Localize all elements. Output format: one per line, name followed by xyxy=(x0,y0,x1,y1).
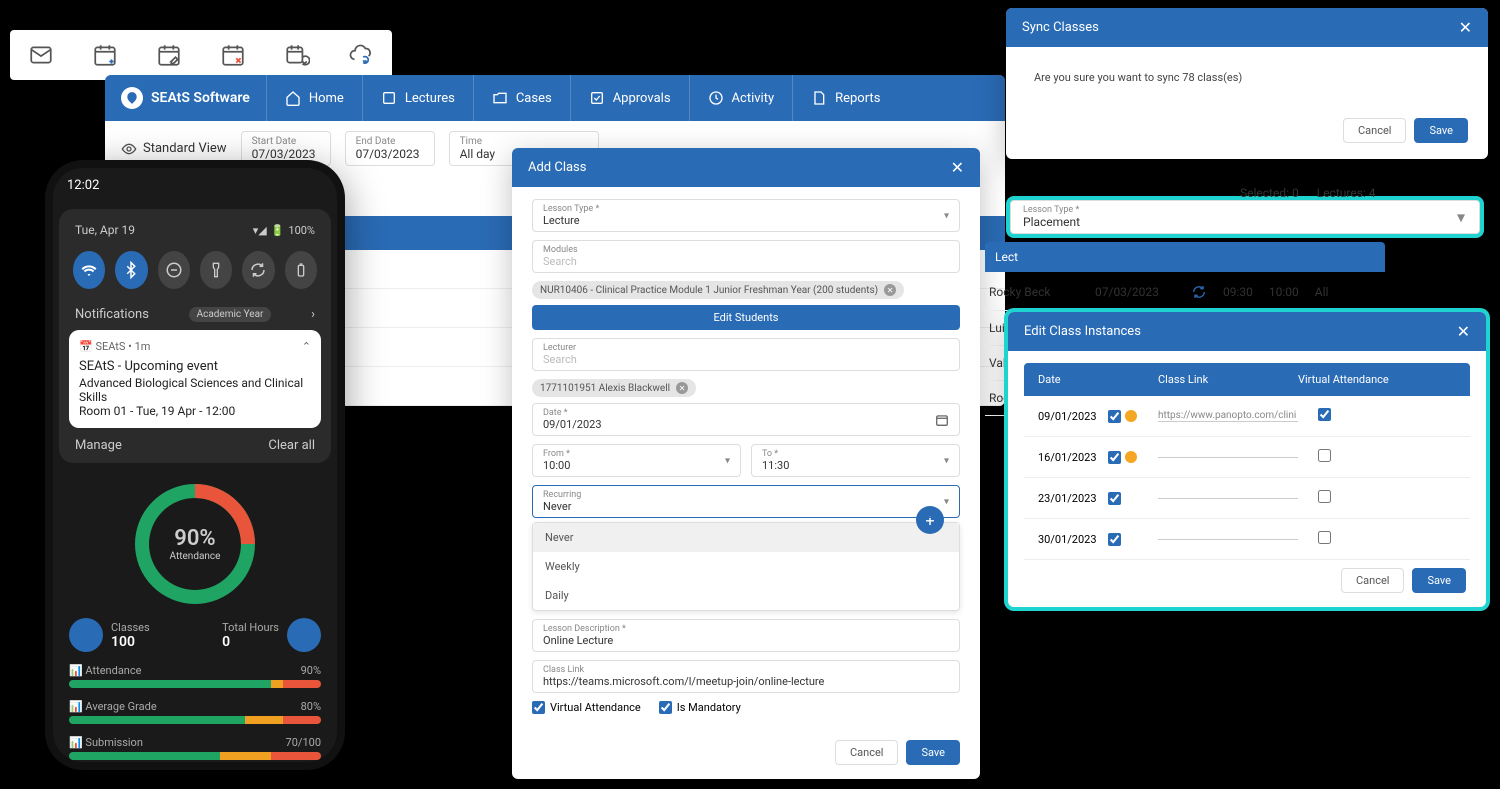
virtual-attendance-checkbox[interactable] xyxy=(1318,531,1331,544)
close-icon[interactable]: ✕ xyxy=(1457,322,1470,341)
warning-icon xyxy=(1125,451,1137,463)
close-icon[interactable]: ✕ xyxy=(951,158,964,177)
selection-summary: Selected: 0Lectures: 4 xyxy=(1240,186,1376,200)
nav-lectures[interactable]: Lectures xyxy=(362,75,473,121)
wifi-toggle[interactable] xyxy=(73,251,105,289)
calendar-sync-icon[interactable] xyxy=(284,42,310,68)
remove-chip-icon[interactable]: ✕ xyxy=(676,382,688,394)
lesson-type-floating-select[interactable]: Lesson Type * Placement xyxy=(1010,200,1480,234)
calendar-icon xyxy=(935,413,949,427)
instance-row: 16/01/2023 xyxy=(1024,437,1470,478)
lecturer-chip: 1771101951 Alexis Blackwell✕ xyxy=(532,379,696,397)
class-link-cell[interactable] xyxy=(1158,498,1298,499)
virtual-attendance-checkbox[interactable] xyxy=(1318,449,1331,462)
lesson-type-select[interactable]: Lesson Type *Lecture xyxy=(532,199,960,232)
recurring-dropdown: Never Weekly Daily xyxy=(532,522,960,611)
attendance-ring: 90%Attendance xyxy=(135,484,255,604)
from-time-select[interactable]: From *10:00 xyxy=(532,444,741,477)
bluetooth-toggle[interactable] xyxy=(115,251,147,289)
edit-class-instances-modal: Edit Class Instances ✕ DateClass LinkVirt… xyxy=(1008,312,1486,607)
to-time-select[interactable]: To *11:30 xyxy=(751,444,960,477)
save-button[interactable]: Save xyxy=(1414,118,1468,143)
flashlight-toggle[interactable] xyxy=(200,251,232,289)
nav-home[interactable]: Home xyxy=(266,75,362,121)
edit-students-button[interactable]: Edit Students xyxy=(532,305,960,330)
mandatory-checkbox[interactable]: Is Mandatory xyxy=(659,701,741,714)
modal-title: Edit Class Instances xyxy=(1024,324,1141,339)
date-checkbox[interactable] xyxy=(1108,451,1121,464)
calendar-add-icon[interactable] xyxy=(92,42,118,68)
modules-search[interactable]: ModulesSearch xyxy=(532,240,960,273)
save-button[interactable]: Save xyxy=(906,740,960,765)
dropdown-option[interactable]: Weekly xyxy=(533,552,959,581)
virtual-attendance-checkbox[interactable]: Virtual Attendance xyxy=(532,701,641,714)
chevron-up-icon[interactable]: ⌃ xyxy=(302,340,311,353)
instance-row: 30/01/2023 xyxy=(1024,519,1470,560)
brand-icon xyxy=(121,87,143,109)
dnd-toggle[interactable] xyxy=(158,251,190,289)
dropdown-option[interactable]: Daily xyxy=(533,581,959,610)
class-link-cell[interactable]: https://www.panopto.com/clini xyxy=(1158,410,1298,422)
sync-icon xyxy=(1191,284,1207,300)
virtual-attendance-checkbox[interactable] xyxy=(1318,490,1331,503)
description-field[interactable]: Lesson Description *Online Lecture xyxy=(532,619,960,652)
manage-button[interactable]: Manage xyxy=(75,438,122,453)
instance-row: 09/01/2023https://www.panopto.com/clini xyxy=(1024,396,1470,437)
date-field[interactable]: Date *09/01/2023 xyxy=(532,403,960,436)
instance-row: 23/01/2023 xyxy=(1024,478,1470,519)
nav-activity[interactable]: Activity xyxy=(689,75,793,121)
sync-classes-modal: Sync Classes ✕ Are you sure you want to s… xyxy=(1006,8,1488,159)
class-link-cell[interactable] xyxy=(1158,539,1298,540)
class-link-field[interactable]: Class Linkhttps://teams.microsoft.com/l/… xyxy=(532,660,960,693)
warning-icon xyxy=(1125,410,1137,422)
virtual-attendance-checkbox[interactable] xyxy=(1318,408,1331,421)
brand: SEAtS Software xyxy=(105,87,266,109)
phone-time: 12:02 xyxy=(53,168,337,203)
quick-settings xyxy=(69,241,321,299)
calendar-delete-icon[interactable] xyxy=(220,42,246,68)
mail-icon[interactable] xyxy=(28,42,54,68)
module-chip: NUR10406 - Clinical Practice Module 1 Ju… xyxy=(532,281,904,299)
view-toggle[interactable]: Standard View xyxy=(121,141,227,157)
sync-message: Are you sure you want to sync 78 class(e… xyxy=(1006,47,1488,108)
date-checkbox[interactable] xyxy=(1108,492,1121,505)
date-checkbox[interactable] xyxy=(1108,533,1121,546)
brand-text: SEAtS Software xyxy=(151,90,250,106)
app-nav: SEAtS Software Home Lectures Cases Appro… xyxy=(105,75,1005,121)
toolbar-strip xyxy=(10,30,392,80)
calendar-edit-icon[interactable] xyxy=(156,42,182,68)
phone-mockup: 90%Attendance Classes100 Total Hours0 📊 … xyxy=(45,160,345,770)
nav-reports[interactable]: Reports xyxy=(792,75,898,121)
add-class-modal: Add Class ✕ Lesson Type *Lecture ModulesS… xyxy=(512,148,980,779)
date-checkbox[interactable] xyxy=(1108,410,1121,423)
class-link-cell[interactable] xyxy=(1158,457,1298,458)
recurring-select[interactable]: RecurringNever xyxy=(532,485,960,518)
cloud-sync-icon[interactable] xyxy=(348,42,374,68)
lecturer-search[interactable]: LecturerSearch xyxy=(532,338,960,371)
eci-table-header: DateClass LinkVirtual Attendance xyxy=(1024,363,1470,396)
modal-title: Add Class xyxy=(528,160,586,175)
battery-saver-toggle[interactable] xyxy=(285,251,317,289)
close-icon[interactable]: ✕ xyxy=(1459,18,1472,37)
cancel-button[interactable]: Cancel xyxy=(1341,568,1404,593)
rotate-toggle[interactable] xyxy=(242,251,274,289)
remove-chip-icon[interactable]: ✕ xyxy=(884,284,896,296)
notification-card[interactable]: 📅 SEAtS • 1m⌃ SEAtS - Upcoming event Adv… xyxy=(69,330,321,428)
cancel-button[interactable]: Cancel xyxy=(835,740,898,765)
nav-approvals[interactable]: Approvals xyxy=(570,75,689,121)
lecture-row[interactable]: Rocky Beck07/03/202309:3010:00All xyxy=(985,274,1385,311)
notification-panel: Tue, Apr 19▾◢🔋100% NotificationsAcademic… xyxy=(59,209,331,463)
modal-title: Sync Classes xyxy=(1022,20,1099,35)
right-table-header: Lect xyxy=(985,242,1385,272)
save-button[interactable]: Save xyxy=(1412,568,1466,593)
end-date-field[interactable]: End Date07/03/2023 xyxy=(345,131,435,166)
dropdown-option[interactable]: Never xyxy=(533,523,959,552)
clear-all-button[interactable]: Clear all xyxy=(268,438,315,453)
cancel-button[interactable]: Cancel xyxy=(1343,118,1406,143)
nav-cases[interactable]: Cases xyxy=(473,75,570,121)
